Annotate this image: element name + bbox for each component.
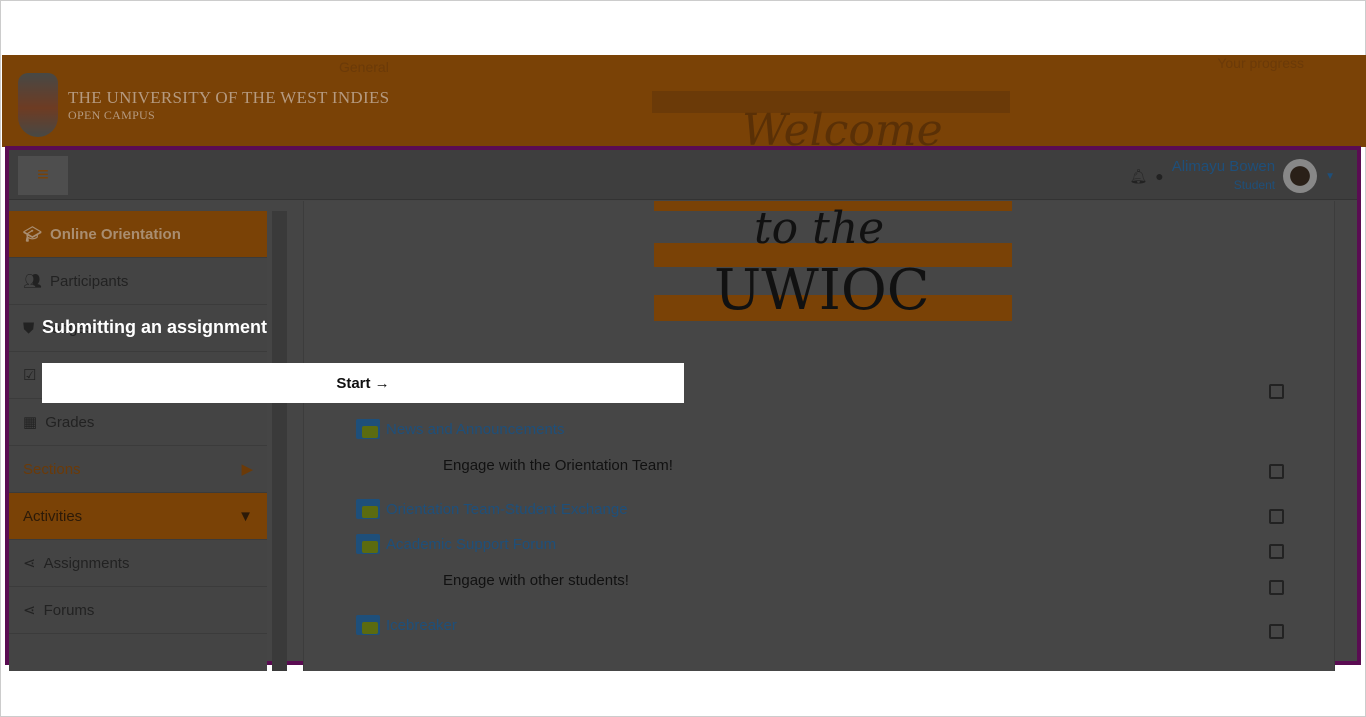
sidebar-item-label: Forums <box>43 601 95 619</box>
caret-right-icon: ▶ <box>241 461 253 478</box>
sidebar-item-sections[interactable]: Sections ▶ <box>9 446 267 493</box>
welcome-banner: to theUWIOC <box>654 201 1012 323</box>
sidebar-item-label: Assignments <box>43 554 130 572</box>
users-icon: 👥︎ <box>23 273 43 290</box>
navbar: ≡ 🔔︎ ● Alimayu Bowen Student ▼ <box>9 150 1357 200</box>
forum-icon <box>356 615 380 635</box>
sidebar-item-online-orientation[interactable]: 🎓︎ Online Orientation <box>9 211 267 258</box>
completion-checkbox[interactable] <box>1269 384 1284 399</box>
list-item[interactable]: Orientation Team-Student Exchange <box>356 499 628 519</box>
avatar[interactable] <box>1283 159 1318 193</box>
crest-icon <box>18 73 58 137</box>
activity-link[interactable]: News and Announcements <box>386 421 564 438</box>
activity-link[interactable]: Orientation Team-Student Exchange <box>386 501 628 518</box>
page-frame: ≡ 🔔︎ ● Alimayu Bowen Student ▼ 🎓︎ Online O… <box>5 146 1361 671</box>
user-name[interactable]: Alimayu Bowen <box>1172 158 1275 175</box>
list-item: Engage with other students! <box>443 572 629 589</box>
svg-text:to the: to the <box>754 203 884 254</box>
activity-link[interactable]: Icebreaker <box>386 617 457 634</box>
graduation-cap-icon: 🎓︎ <box>23 226 43 243</box>
list-item[interactable]: Icebreaker <box>356 615 457 635</box>
user-menu[interactable]: 🔔︎ ● Alimayu Bowen Student ▼ <box>1129 158 1335 194</box>
completion-checkbox[interactable] <box>1269 464 1284 479</box>
sidebar-item-assignments[interactable]: ⋖ Assignments <box>9 540 267 587</box>
svg-text:UWIOC: UWIOC <box>714 258 930 323</box>
share-icon: ⋖ <box>23 555 36 572</box>
menu-toggle-button[interactable]: ≡ <box>18 156 68 195</box>
sidebar-item-label: Online Orientation <box>50 225 181 243</box>
sidebar-item-activities[interactable]: Activities ▼ <box>9 493 267 540</box>
sidebar-item-label: Sections <box>23 460 81 478</box>
list-item: Engage with the Orientation Team! <box>443 457 673 474</box>
list-item[interactable]: News and Announcements <box>356 419 564 439</box>
share-icon: ⋖ <box>23 602 36 619</box>
university-logo[interactable]: THE UNIVERSITY OF THE WEST INDIES OPEN CA… <box>18 73 389 137</box>
sidebar-item-label: Grades <box>45 413 95 431</box>
completion-checkbox[interactable] <box>1269 509 1284 524</box>
caret-down-icon: ▼ <box>238 507 253 525</box>
tour-start-button[interactable]: Start → <box>42 363 684 403</box>
completion-checkbox[interactable] <box>1269 580 1284 595</box>
org-sub: OPEN CAMPUS <box>68 107 155 122</box>
sidebar-scrollbar[interactable] <box>272 211 287 671</box>
label-text: Engage with other students! <box>443 572 629 589</box>
label-text: Engage with the Orientation Team! <box>443 457 673 474</box>
svg-text:Welcome: Welcome <box>742 105 943 147</box>
completion-checkbox[interactable] <box>1269 624 1284 639</box>
activity-link[interactable]: Academic Support Forum <box>386 536 556 553</box>
org-name: THE UNIVERSITY OF THE WEST INDIES <box>68 87 390 107</box>
table-icon: ▦ <box>23 414 38 431</box>
sidebar: 🎓︎ Online Orientation 👥︎ Participants ⛊ Bad… <box>9 211 267 671</box>
sidebar-item-forums[interactable]: ⋖ Forums <box>9 587 267 634</box>
shield-icon: ⛊ <box>23 319 35 337</box>
welcome-banner-top: Welcome <box>652 91 1010 147</box>
sidebar-item-grades[interactable]: ▦ Grades <box>9 399 267 446</box>
chat-icon[interactable]: ● <box>1155 168 1163 184</box>
forum-icon <box>356 419 380 439</box>
user-role: Student <box>1233 178 1276 192</box>
sidebar-item-label: Activities <box>23 507 83 525</box>
sidebar-item-label: Participants <box>50 272 129 290</box>
course-content: to the UWIOC News and Announcements Engag… <box>303 201 1335 671</box>
sidebar-item-participants[interactable]: 👥︎ Participants <box>9 258 267 305</box>
chevron-down-icon[interactable]: ▼ <box>1325 171 1335 182</box>
section-general-label: General <box>339 59 389 75</box>
list-item[interactable]: Academic Support Forum <box>356 534 556 554</box>
forum-icon <box>356 499 380 519</box>
tour-step-title: Submitting an assignment <box>42 317 268 337</box>
checkbox-icon: ☑ <box>23 367 37 384</box>
forum-icon <box>356 534 380 554</box>
progress-label: Your progress <box>1217 55 1304 71</box>
bell-icon[interactable]: 🔔︎ <box>1129 168 1147 185</box>
completion-checkbox[interactable] <box>1269 544 1284 559</box>
site-header: THE UNIVERSITY OF THE WEST INDIES OPEN CA… <box>2 55 1366 147</box>
